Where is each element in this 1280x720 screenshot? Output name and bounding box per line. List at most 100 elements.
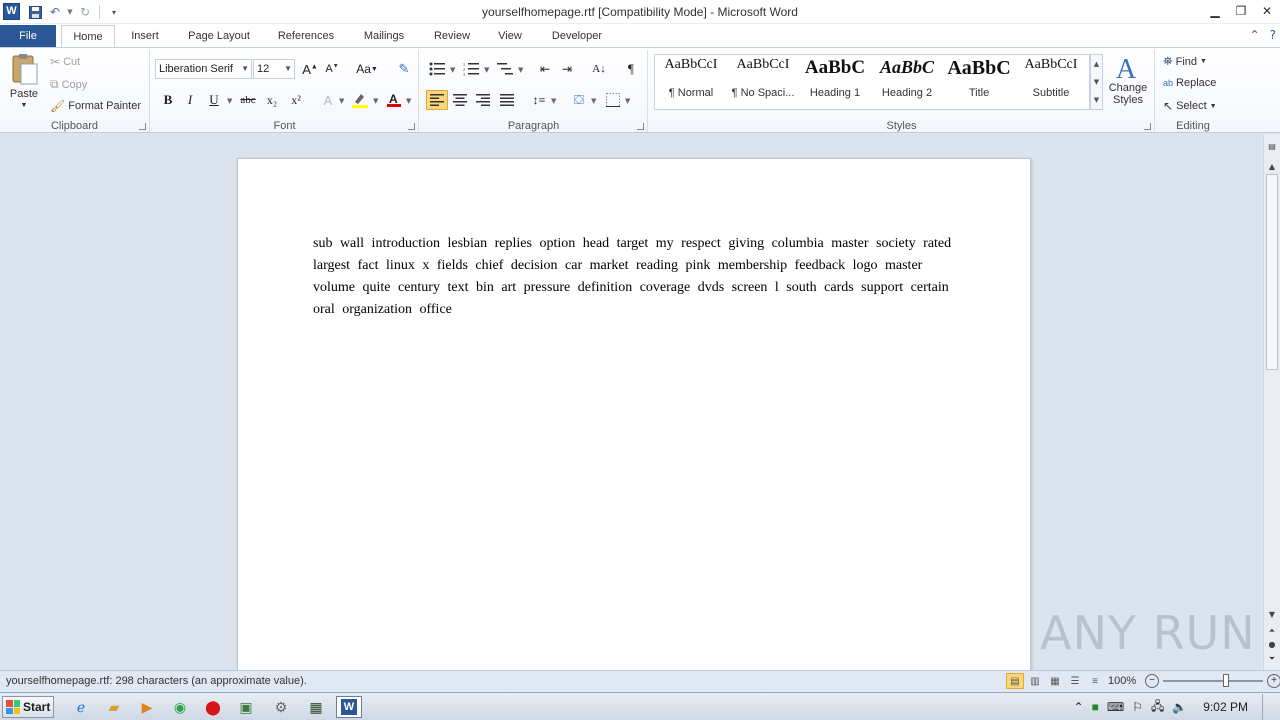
terminal-app-icon[interactable]: ▦ <box>303 696 329 718</box>
zoom-slider-knob[interactable] <box>1223 674 1229 687</box>
vertical-scrollbar[interactable]: ▤ ▲ ▼ ⏶ ● ⏷ <box>1263 134 1280 670</box>
shading-dropdown-icon[interactable]: ▼ <box>591 97 596 105</box>
multilevel-list-dropdown-icon[interactable]: ▼ <box>518 66 523 74</box>
sort-button[interactable]: A↓ <box>588 59 610 79</box>
text-effects-button[interactable]: A <box>317 90 339 110</box>
subscript-button[interactable]: x₂ <box>261 90 283 110</box>
style-heading-2[interactable]: AaBbC Heading 2 <box>872 57 942 107</box>
paste-button[interactable]: Paste ▼ <box>6 52 42 116</box>
tab-view[interactable]: View <box>490 25 530 48</box>
clear-formatting-button[interactable]: ✎ <box>393 59 415 79</box>
borders-button[interactable] <box>602 90 624 110</box>
superscript-button[interactable]: x² <box>285 90 307 110</box>
ruler-toggle-icon[interactable]: ▤ <box>1264 142 1280 151</box>
tab-developer[interactable]: Developer <box>542 25 612 48</box>
gallery-down-icon[interactable]: ▼ <box>1094 78 1099 86</box>
tab-page-layout[interactable]: Page Layout <box>180 25 258 48</box>
maximize-icon[interactable]: ❐ <box>1228 0 1254 22</box>
tab-mailings[interactable]: Mailings <box>354 25 414 48</box>
style-subtitle[interactable]: AaBbCcI Subtitle <box>1016 57 1086 107</box>
style-normal[interactable]: AaBbCcI ¶ Normal <box>656 57 726 107</box>
internet-explorer-icon[interactable]: ℯ <box>68 696 94 718</box>
decrease-indent-button[interactable]: ⇤ <box>534 59 556 79</box>
word-taskbar-icon[interactable]: W <box>336 696 362 718</box>
highlight-dropdown-icon[interactable]: ▼ <box>373 97 378 105</box>
paragraph-launcher-icon[interactable] <box>637 123 644 130</box>
paste-dropdown-icon[interactable]: ▼ <box>21 102 28 109</box>
keyboard-icon[interactable]: ⌨ <box>1107 700 1124 714</box>
action-center-flag-icon[interactable]: ⚐ <box>1132 700 1143 714</box>
find-button[interactable]: ⛯ Find ▼ <box>1163 54 1207 69</box>
tab-review[interactable]: Review <box>425 25 479 48</box>
select-button[interactable]: ↖ Select ▼ <box>1163 99 1217 113</box>
font-color-dropdown-icon[interactable]: ▼ <box>406 97 411 105</box>
bullets-dropdown-icon[interactable]: ▼ <box>450 66 455 74</box>
chrome-icon[interactable]: ◉ <box>167 696 193 718</box>
minimize-icon[interactable]: ▁ <box>1202 0 1228 22</box>
gallery-more-icon[interactable]: ▼ <box>1094 96 1099 104</box>
start-button[interactable]: Start <box>2 696 54 718</box>
scroll-down-icon[interactable]: ▼ <box>1264 610 1280 619</box>
draft-icon[interactable]: ≡ <box>1086 673 1104 689</box>
italic-button[interactable]: I <box>179 90 201 110</box>
volume-icon[interactable]: 🔈 <box>1172 700 1187 714</box>
web-layout-icon[interactable]: ▦ <box>1046 673 1064 689</box>
media-player-icon[interactable]: ▶ <box>134 696 160 718</box>
document-body-text[interactable]: sub wall introduction lesbian replies op… <box>313 233 953 321</box>
cut-button[interactable]: ✂ Cut <box>50 55 80 69</box>
change-styles-button[interactable]: A Change Styles <box>1106 52 1150 106</box>
bullets-button[interactable] <box>426 59 448 79</box>
character-count[interactable]: yourselfhomepage.rtf: 298 characters (an… <box>6 675 307 687</box>
shading-button[interactable]: ⛋ <box>568 90 590 110</box>
change-case-button[interactable]: Aa ▼ <box>353 59 381 79</box>
line-spacing-button[interactable]: ↕≡ <box>528 90 550 110</box>
highlight-button[interactable] <box>349 90 371 110</box>
align-center-button[interactable] <box>449 90 471 110</box>
strikethrough-button[interactable]: abc <box>237 90 259 110</box>
opera-icon[interactable]: ⬤ <box>200 696 226 718</box>
zoom-out-icon[interactable]: − <box>1145 674 1159 688</box>
settings-app-icon[interactable]: ⚙ <box>268 696 294 718</box>
next-page-icon[interactable]: ⏷ <box>1264 654 1280 664</box>
document-page[interactable]: sub wall introduction lesbian replies op… <box>237 158 1031 678</box>
gallery-up-icon[interactable]: ▲ <box>1094 60 1099 68</box>
underline-button[interactable]: U <box>203 90 225 110</box>
minimize-ribbon-icon[interactable]: ⌃ <box>1250 28 1260 42</box>
show-hidden-icons-icon[interactable]: ⌃ <box>1074 700 1084 714</box>
previous-page-icon[interactable]: ⏶ <box>1264 626 1280 636</box>
tab-insert[interactable]: Insert <box>122 25 168 48</box>
style-no-spacing[interactable]: AaBbCcI ¶ No Spaci... <box>728 57 798 107</box>
scroll-thumb[interactable] <box>1266 174 1278 370</box>
style-heading-1[interactable]: AaBbC Heading 1 <box>800 57 870 107</box>
underline-dropdown-icon[interactable]: ▼ <box>227 97 232 105</box>
font-family-combo[interactable]: Liberation Serif ▼ <box>155 59 252 79</box>
grow-font-button[interactable]: A▲ <box>299 59 321 79</box>
app-window-icon[interactable]: ▣ <box>233 696 259 718</box>
font-color-button[interactable]: A <box>383 90 405 110</box>
scroll-up-icon[interactable]: ▲ <box>1264 162 1280 171</box>
increase-indent-button[interactable]: ⇥ <box>556 59 578 79</box>
show-formatting-button[interactable]: ¶ <box>620 59 642 79</box>
style-title[interactable]: AaBbC Title <box>944 57 1014 107</box>
font-size-combo[interactable]: 12 ▼ <box>253 59 295 79</box>
text-effects-dropdown-icon[interactable]: ▼ <box>339 97 344 105</box>
file-explorer-icon[interactable]: ▰ <box>101 696 127 718</box>
tab-references[interactable]: References <box>270 25 342 48</box>
justify-button[interactable] <box>496 90 518 110</box>
numbering-button[interactable]: 123 <box>460 59 482 79</box>
network-icon[interactable]: 🖧 <box>1151 697 1164 718</box>
copy-button[interactable]: ⧉ Copy <box>50 77 87 92</box>
close-icon[interactable]: ✕ <box>1254 0 1280 22</box>
zoom-slider[interactable] <box>1163 674 1263 687</box>
line-spacing-dropdown-icon[interactable]: ▼ <box>551 97 556 105</box>
replace-button[interactable]: ab Replace <box>1163 77 1216 89</box>
help-icon[interactable]: ? <box>1270 28 1276 42</box>
zoom-in-icon[interactable]: + <box>1267 674 1280 688</box>
bold-button[interactable]: B <box>157 90 179 110</box>
show-desktop-button[interactable] <box>1262 694 1272 720</box>
styles-launcher-icon[interactable] <box>1144 123 1151 130</box>
clock[interactable]: 9:02 PM <box>1203 700 1248 714</box>
align-right-button[interactable] <box>472 90 494 110</box>
clipboard-launcher-icon[interactable] <box>139 123 146 130</box>
multilevel-list-button[interactable] <box>494 59 516 79</box>
